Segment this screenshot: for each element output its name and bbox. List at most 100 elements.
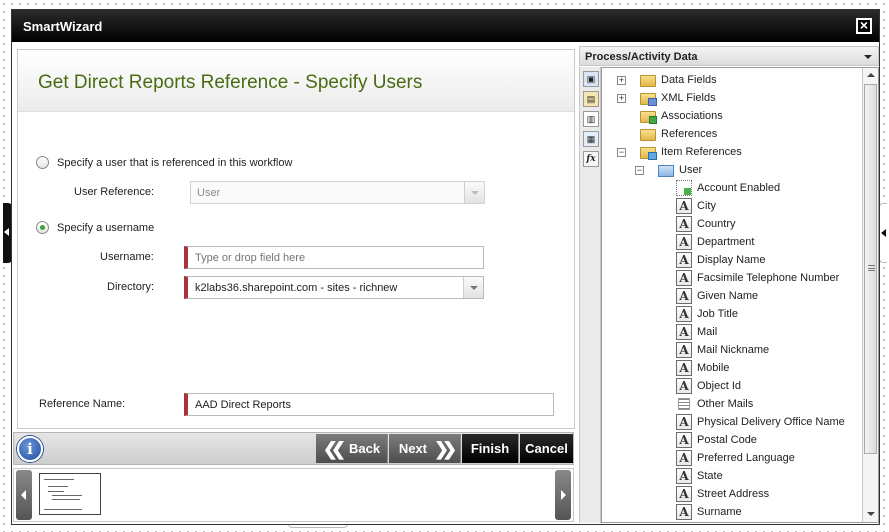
tree-item[interactable]: A Mail xyxy=(676,323,717,341)
next-button-label: Next xyxy=(398,441,427,456)
grip-icon xyxy=(868,265,875,271)
tree-item[interactable]: A Given Name xyxy=(676,287,758,305)
tree-item[interactable]: Data Fields xyxy=(640,71,717,89)
tree-item-label: Department xyxy=(697,236,755,248)
strip-scroll-right-icon[interactable] xyxy=(555,470,571,520)
tree-item[interactable]: XML Fields xyxy=(640,89,716,107)
tree-item[interactable]: A Physical Delivery Office Name xyxy=(676,413,845,431)
chevron-down-icon[interactable] xyxy=(463,277,483,298)
username-label: Username: xyxy=(100,251,154,263)
info-icon[interactable]: i xyxy=(17,436,43,462)
tree-item-label: Country xyxy=(697,218,736,230)
data-tree: + Data Fields + XML Fields Associations Refer… xyxy=(601,67,879,523)
strip-scroll-left-icon[interactable] xyxy=(16,470,32,520)
boolean-field-icon xyxy=(676,180,692,196)
tree-item[interactable]: A Country xyxy=(676,215,736,233)
chevron-down-icon xyxy=(464,182,484,203)
environment-icon[interactable]: ▣ xyxy=(583,71,599,87)
tree-item-label: Mail Nickname xyxy=(697,344,770,356)
item-references-folder-icon xyxy=(640,147,657,160)
right-panel-toggle[interactable] xyxy=(879,203,887,263)
tree-item[interactable]: A Facsimile Telephone Number xyxy=(676,269,839,287)
user-object-icon xyxy=(658,165,674,177)
radio-referenced-user-label[interactable]: Specify a user that is referenced in thi… xyxy=(57,157,292,169)
tree-item[interactable]: Item References xyxy=(640,143,742,161)
tree-item[interactable]: A Display Name xyxy=(676,251,765,269)
associations-folder-icon xyxy=(640,111,657,124)
cancel-button-label: Cancel xyxy=(525,441,568,456)
text-field-icon: A xyxy=(676,288,692,304)
text-field-icon: A xyxy=(676,378,692,394)
next-button[interactable]: Next ❯❯ xyxy=(389,434,461,463)
text-field-icon: A xyxy=(676,252,692,268)
tree-item-label: Postal Code xyxy=(697,434,757,446)
finish-button[interactable]: Finish xyxy=(462,434,519,463)
text-field-icon: A xyxy=(676,270,692,286)
expand-icon[interactable]: + xyxy=(617,94,626,103)
text-field-icon: A xyxy=(676,342,692,358)
tree-item-label: User xyxy=(679,164,703,176)
tree-item[interactable]: References xyxy=(640,125,717,143)
reference-name-input[interactable]: AAD Direct Reports xyxy=(184,393,554,416)
tree-item[interactable]: Account Enabled xyxy=(676,179,780,197)
pane-menu-chevron-down-icon[interactable] xyxy=(864,55,872,59)
process-data-icon[interactable]: ▥ xyxy=(583,111,599,127)
directory-dropdown[interactable]: k2labs36.sharepoint.com - sites - richne… xyxy=(184,276,484,299)
user-reference-value: User xyxy=(197,187,221,199)
smartobjects-icon[interactable]: ▤ xyxy=(583,91,599,107)
back-button[interactable]: ❮❮ Back xyxy=(316,434,388,463)
tree-scrollbar[interactable] xyxy=(862,68,878,522)
smartwizard-window: SmartWizard × Get Direct Reports Referen… xyxy=(11,9,880,525)
tree-item-label: Surname xyxy=(697,506,742,518)
tree-item-label: Given Name xyxy=(697,290,759,302)
cancel-button[interactable]: Cancel xyxy=(520,434,573,463)
close-icon[interactable]: × xyxy=(856,18,872,34)
user-reference-label: User Reference: xyxy=(74,186,155,198)
collapse-icon[interactable]: − xyxy=(635,166,644,175)
page-thumbnail[interactable] xyxy=(39,473,101,515)
tree-item[interactable]: User xyxy=(658,161,702,179)
tree-item[interactable]: A Mobile xyxy=(676,359,729,377)
functions-icon[interactable]: fx xyxy=(583,151,599,167)
tree-item[interactable]: A Object Id xyxy=(676,377,741,395)
collapse-icon[interactable]: − xyxy=(617,148,626,157)
text-field-icon: A xyxy=(676,360,692,376)
tree-item[interactable]: A City xyxy=(676,197,716,215)
radio-referenced-user[interactable] xyxy=(36,156,49,169)
text-field-icon: A xyxy=(676,306,692,322)
xml-folder-icon xyxy=(640,93,657,106)
text-field-icon: A xyxy=(676,414,692,430)
tree-item[interactable]: Other Mails xyxy=(676,395,753,413)
tree-item-label: Street Address xyxy=(697,488,770,500)
tree-item[interactable]: A Street Address xyxy=(676,485,769,503)
expand-icon[interactable]: + xyxy=(617,76,626,85)
pane-title: Process/Activity Data xyxy=(585,51,698,63)
radio-username-label[interactable]: Specify a username xyxy=(57,222,154,234)
workflow-context-icon[interactable]: ▦ xyxy=(583,131,599,147)
page-title: Get Direct Reports Reference - Specify U… xyxy=(38,72,423,93)
process-activity-data-pane: Process/Activity Data ▣ ▤ ▥ ▦ fx + Data F… xyxy=(579,46,879,523)
tree-item[interactable]: A Department xyxy=(676,233,754,251)
tree-item-label: Facsimile Telephone Number xyxy=(697,272,840,284)
text-field-icon: A xyxy=(676,324,692,340)
tree-item[interactable]: A Postal Code xyxy=(676,431,757,449)
radio-username[interactable] xyxy=(36,221,49,234)
tree-item-label: Physical Delivery Office Name xyxy=(697,416,845,428)
tree-item[interactable]: A Mail Nickname xyxy=(676,341,769,359)
tree-item[interactable]: A State xyxy=(676,467,723,485)
tree-item[interactable]: A Job Title xyxy=(676,305,738,323)
tree-item[interactable]: Associations xyxy=(640,107,723,125)
scroll-down-icon[interactable] xyxy=(863,506,878,521)
reference-name-value: AAD Direct Reports xyxy=(195,399,291,411)
tree-item[interactable]: A Surname xyxy=(676,503,742,521)
text-field-icon: A xyxy=(676,216,692,232)
tree-item-label: Associations xyxy=(661,110,723,122)
tree-item-label: Preferred Language xyxy=(697,452,795,464)
tree-item[interactable]: A Preferred Language xyxy=(676,449,795,467)
username-input[interactable] xyxy=(184,246,484,269)
tree-item-label: Account Enabled xyxy=(697,182,781,194)
text-field-icon: A xyxy=(676,450,692,466)
tree-item-label: City xyxy=(697,200,716,212)
scroll-thumb[interactable] xyxy=(864,84,877,454)
scroll-up-icon[interactable] xyxy=(863,68,878,83)
